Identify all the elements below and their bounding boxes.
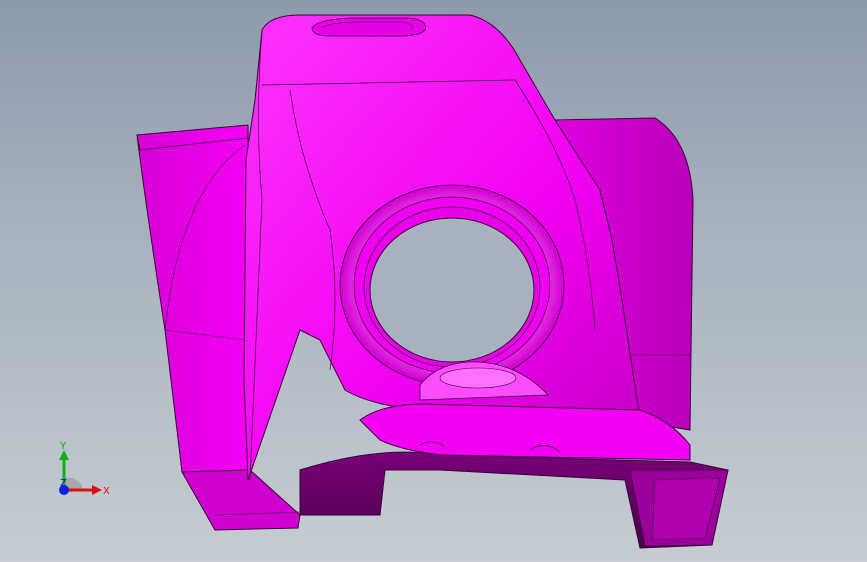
- through-hole: [369, 217, 535, 363]
- 3d-viewport[interactable]: Y X Z: [0, 0, 867, 562]
- triad-x-label: X: [103, 486, 110, 497]
- hole-lower-bump-top: [439, 367, 517, 389]
- triad-y-label: Y: [59, 441, 67, 452]
- left-lower-block: [181, 469, 301, 531]
- lower-ledge-top: [359, 403, 691, 461]
- coordinate-triad: Y X Z: [59, 441, 110, 497]
- triad-x-arrow: [92, 485, 102, 495]
- 3d-model[interactable]: [0, 0, 867, 562]
- triad-z-label: Z: [60, 478, 67, 489]
- left-wing-surface: [136, 124, 251, 473]
- top-slot: [311, 17, 426, 37]
